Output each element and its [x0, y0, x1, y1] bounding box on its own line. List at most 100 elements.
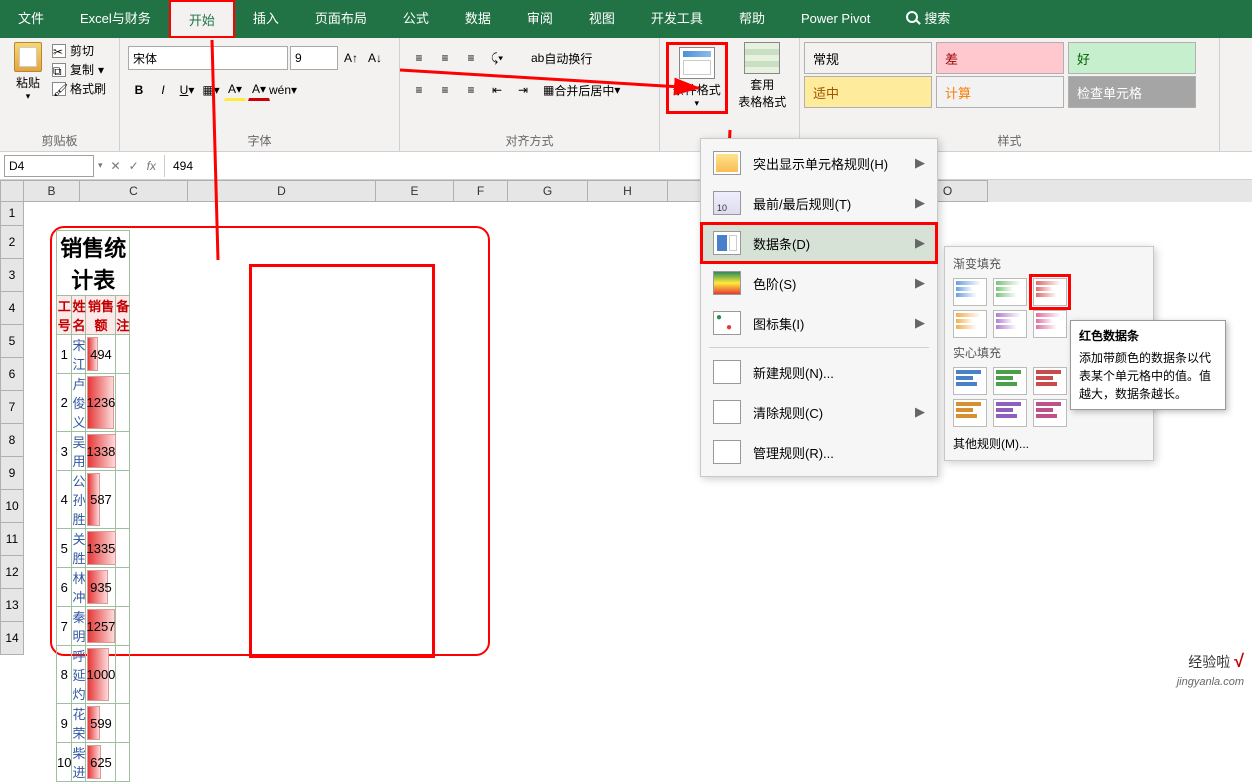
menu-data-bars[interactable]: 数据条(D)▶	[701, 223, 937, 263]
row-head-14[interactable]: 14	[0, 622, 24, 655]
flyout-more-rules[interactable]: 其他规则(M)...	[953, 429, 1145, 452]
menu-color-scales[interactable]: 色阶(S)▶	[701, 263, 937, 303]
align-center-button[interactable]: ≡	[434, 79, 456, 101]
align-right-button[interactable]: ≡	[460, 79, 482, 101]
menu-manage-rules[interactable]: 管理规则(R)...	[701, 432, 937, 472]
table-row[interactable]: 6林冲935	[57, 568, 130, 607]
databar-swatch[interactable]	[953, 278, 987, 306]
databar-swatch[interactable]	[953, 310, 987, 338]
menu-clear-rules[interactable]: 清除规则(C)▶	[701, 392, 937, 432]
search-box[interactable]: 搜索	[888, 0, 968, 38]
table-row[interactable]: 5关胜1335	[57, 529, 130, 568]
align-left-button[interactable]: ≡	[408, 79, 430, 101]
row-head-7[interactable]: 7	[0, 391, 24, 424]
font-name-select[interactable]	[128, 46, 288, 70]
row-head-2[interactable]: 2	[0, 226, 24, 259]
phonetic-button[interactable]: wén▾	[272, 79, 294, 101]
paste-button[interactable]: 粘贴 ▾	[8, 42, 48, 102]
tab-developer[interactable]: 开发工具	[633, 0, 721, 38]
menu-new-rule[interactable]: 新建规则(N)...	[701, 352, 937, 392]
increase-font-button[interactable]: A↑	[340, 47, 362, 69]
databar-swatch[interactable]	[993, 278, 1027, 306]
databar-swatch[interactable]	[993, 399, 1027, 427]
table-row[interactable]: 4公孙胜587	[57, 471, 130, 529]
row-head-4[interactable]: 4	[0, 292, 24, 325]
col-head-E[interactable]: E	[376, 180, 454, 202]
border-button[interactable]: ▦▾	[200, 79, 222, 101]
conditional-formatting-button[interactable]: 条件格式 ▾	[666, 42, 728, 114]
row-head-11[interactable]: 11	[0, 523, 24, 556]
indent-inc-button[interactable]: ⇥	[512, 79, 534, 101]
italic-button[interactable]: I	[152, 79, 174, 101]
col-head-F[interactable]: F	[454, 180, 508, 202]
tab-excel-finance[interactable]: Excel与财务	[62, 0, 169, 38]
tab-help[interactable]: 帮助	[721, 0, 783, 38]
databar-swatch[interactable]	[953, 367, 987, 395]
databar-swatch[interactable]	[1033, 399, 1067, 427]
font-color-button[interactable]: A▾	[248, 79, 270, 101]
style-neutral[interactable]: 适中	[804, 76, 932, 108]
row-head-12[interactable]: 12	[0, 556, 24, 589]
col-head-D[interactable]: D	[188, 180, 376, 202]
table-row[interactable]: 7秦明1257	[57, 607, 130, 646]
style-check[interactable]: 检查单元格	[1068, 76, 1196, 108]
format-as-table-button[interactable]: 套用 表格格式	[732, 42, 793, 110]
style-calc[interactable]: 计算	[936, 76, 1064, 108]
accept-icon[interactable]: ✓	[129, 159, 139, 173]
table-row[interactable]: 2卢俊义1236	[57, 374, 130, 432]
row-head-1[interactable]: 1	[0, 202, 24, 226]
align-top-button[interactable]: ≡	[408, 47, 430, 69]
indent-dec-button[interactable]: ⇤	[486, 79, 508, 101]
tab-file[interactable]: 文件	[0, 0, 62, 38]
databar-swatch[interactable]	[993, 310, 1027, 338]
table-row[interactable]: 8呼延灼1000	[57, 646, 130, 704]
databar-swatch[interactable]	[993, 367, 1027, 395]
tab-home[interactable]: 开始	[169, 0, 235, 38]
table-row[interactable]: 1宋江494	[57, 335, 130, 374]
row-head-8[interactable]: 8	[0, 424, 24, 457]
font-size-select[interactable]	[290, 46, 338, 70]
col-head-H[interactable]: H	[588, 180, 668, 202]
cut-button[interactable]: ✂剪切	[52, 42, 106, 59]
col-head-C[interactable]: C	[80, 180, 188, 202]
style-good[interactable]: 好	[1068, 42, 1196, 74]
merge-button[interactable]: ▦ 合并后居中 ▾	[538, 79, 625, 101]
col-head-B[interactable]: B	[24, 180, 80, 202]
style-normal[interactable]: 常规	[804, 42, 932, 74]
databar-swatch[interactable]	[1033, 367, 1067, 395]
tab-data[interactable]: 数据	[447, 0, 509, 38]
table-row[interactable]: 3吴用1338	[57, 432, 130, 471]
name-box[interactable]: D4	[4, 155, 94, 177]
databar-swatch[interactable]	[1033, 310, 1067, 338]
databar-swatch[interactable]	[953, 399, 987, 427]
tab-review[interactable]: 审阅	[509, 0, 571, 38]
menu-top-bottom-rules[interactable]: 最前/最后规则(T)▶	[701, 183, 937, 223]
fx-icon[interactable]: fx	[147, 159, 156, 173]
menu-highlight-rules[interactable]: 突出显示单元格规则(H)▶	[701, 143, 937, 183]
table-row[interactable]: 10柴进625	[57, 743, 130, 782]
tab-page-layout[interactable]: 页面布局	[297, 0, 385, 38]
align-bottom-button[interactable]: ≡	[460, 47, 482, 69]
row-head-10[interactable]: 10	[0, 490, 24, 523]
tab-power-pivot[interactable]: Power Pivot	[783, 0, 888, 38]
style-bad[interactable]: 差	[936, 42, 1064, 74]
menu-icon-sets[interactable]: 图标集(I)▶	[701, 303, 937, 343]
bold-button[interactable]: B	[128, 79, 150, 101]
tab-view[interactable]: 视图	[571, 0, 633, 38]
decrease-font-button[interactable]: A↓	[364, 47, 386, 69]
orientation-button[interactable]: ⤹▾	[486, 47, 508, 69]
row-head-3[interactable]: 3	[0, 259, 24, 292]
tab-formulas[interactable]: 公式	[385, 0, 447, 38]
row-head-9[interactable]: 9	[0, 457, 24, 490]
select-all-corner[interactable]	[0, 180, 24, 202]
databar-swatch[interactable]	[1033, 278, 1067, 306]
row-head-13[interactable]: 13	[0, 589, 24, 622]
fill-color-button[interactable]: A▾	[224, 79, 246, 101]
table-row[interactable]: 9花荣599	[57, 704, 130, 743]
format-painter-button[interactable]: 🖌格式刷	[52, 80, 106, 97]
cancel-icon[interactable]: ✕	[111, 159, 121, 173]
col-head-G[interactable]: G	[508, 180, 588, 202]
copy-button[interactable]: ⧉复制 ▾	[52, 61, 106, 78]
underline-button[interactable]: U▾	[176, 79, 198, 101]
align-mid-button[interactable]: ≡	[434, 47, 456, 69]
